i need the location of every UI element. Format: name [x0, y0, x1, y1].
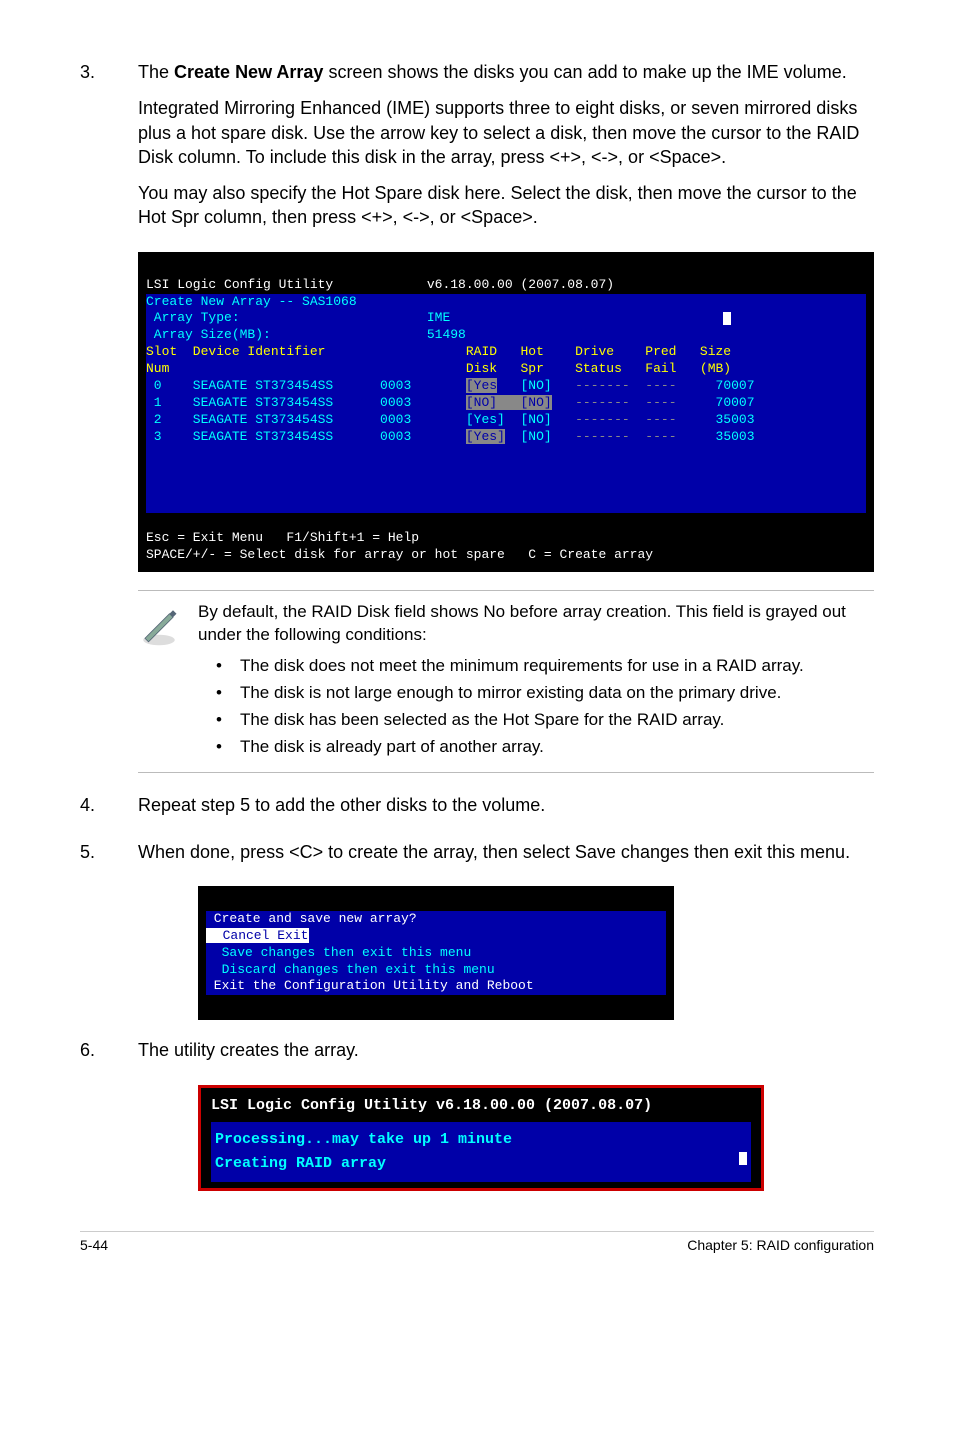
step-4: 4. Repeat step 5 to add the other disks … — [80, 793, 874, 829]
row-array-type: Array Type: IME — [146, 310, 450, 325]
page-number: 5-44 — [80, 1236, 108, 1255]
page-footer: 5-44 Chapter 5: RAID configuration — [80, 1231, 874, 1255]
table-header-2: Num Disk Spr Status Fail (MB) — [146, 361, 731, 376]
note-block: By default, the RAID Disk field shows No… — [138, 590, 874, 774]
list-item: The disk is not large enough to mirror e… — [216, 682, 874, 705]
text: screen shows the disks you can add to ma… — [323, 62, 846, 82]
terminal-subtitle: Create New Array -- SAS1068 — [146, 294, 357, 309]
step-6: 6. The utility creates the array. — [80, 1038, 874, 1074]
dialog-option-selected: Cancel Exit — [206, 928, 309, 943]
pencil-note-icon — [138, 601, 198, 653]
cursor-icon — [723, 312, 731, 325]
list-item: The disk has been selected as the Hot Sp… — [216, 709, 874, 732]
table-row: 0 SEAGATE ST373454SS 0003 [Yes [NO] ----… — [146, 378, 755, 393]
table-row: 3 SEAGATE ST373454SS 0003 [Yes] [NO] ---… — [146, 429, 755, 444]
step-number: 4. — [80, 793, 138, 829]
note-intro: By default, the RAID Disk field shows No… — [198, 601, 874, 647]
step-body: Repeat step 5 to add the other disks to … — [138, 793, 874, 829]
dialog-option: Save changes then exit this menu — [206, 945, 471, 960]
step3-p2: Integrated Mirroring Enhanced (IME) supp… — [138, 96, 874, 169]
row-array-size: Array Size(MB): 51498 — [146, 327, 466, 342]
dialog-option: Discard changes then exit this menu — [206, 962, 495, 977]
processing-line-2: Creating RAID array — [215, 1155, 386, 1172]
table-row: 2 SEAGATE ST373454SS 0003 [Yes] [NO] ---… — [146, 412, 755, 427]
table-row: 1 SEAGATE ST373454SS 0003 [NO] [NO] ----… — [146, 395, 755, 410]
step5-text: When done, press <C> to create the array… — [138, 840, 874, 864]
step-number: 5. — [80, 840, 138, 876]
step-body: When done, press <C> to create the array… — [138, 840, 874, 876]
processing-line-1: Processing...may take up 1 minute — [215, 1131, 512, 1148]
chapter-label: Chapter 5: RAID configuration — [687, 1236, 874, 1255]
list-item: The disk does not meet the minimum requi… — [216, 655, 874, 678]
dialog-title: Create and save new array? — [206, 911, 417, 926]
bold-text: Create New Array — [174, 62, 323, 82]
step-number: 6. — [80, 1038, 138, 1074]
step6-text: The utility creates the array. — [138, 1038, 874, 1062]
step-number: 3. — [80, 60, 138, 242]
step4-text: Repeat step 5 to add the other disks to … — [138, 793, 874, 817]
terminal-create-array: LSI Logic Config Utility v6.18.00.00 (20… — [138, 252, 874, 572]
step3-intro: The Create New Array screen shows the di… — [138, 60, 874, 84]
list-item: The disk is already part of another arra… — [216, 736, 874, 759]
step-body: The utility creates the array. — [138, 1038, 874, 1074]
processing-title: LSI Logic Config Utility v6.18.00.00 (20… — [211, 1094, 751, 1118]
note-body: By default, the RAID Disk field shows No… — [198, 601, 874, 763]
note-list: The disk does not meet the minimum requi… — [198, 655, 874, 759]
step-5: 5. When done, press <C> to create the ar… — [80, 840, 874, 876]
step3-p3: You may also specify the Hot Spare disk … — [138, 181, 874, 230]
text: The — [138, 62, 174, 82]
terminal-save-dialog: Create and save new array? Cancel Exit S… — [198, 886, 674, 1020]
help-line-2: SPACE/+/- = Select disk for array or hot… — [146, 547, 653, 562]
step-3: 3. The Create New Array screen shows the… — [80, 60, 874, 242]
terminal-title: LSI Logic Config Utility v6.18.00.00 (20… — [146, 277, 614, 292]
terminal-processing: LSI Logic Config Utility v6.18.00.00 (20… — [198, 1085, 764, 1191]
cursor-icon — [739, 1152, 747, 1165]
help-line-1: Esc = Exit Menu F1/Shift+1 = Help — [146, 530, 419, 545]
step-body: The Create New Array screen shows the di… — [138, 60, 874, 242]
table-header-1: Slot Device Identifier RAID Hot Drive Pr… — [146, 344, 731, 359]
dialog-footer: Exit the Configuration Utility and Reboo… — [206, 978, 534, 993]
